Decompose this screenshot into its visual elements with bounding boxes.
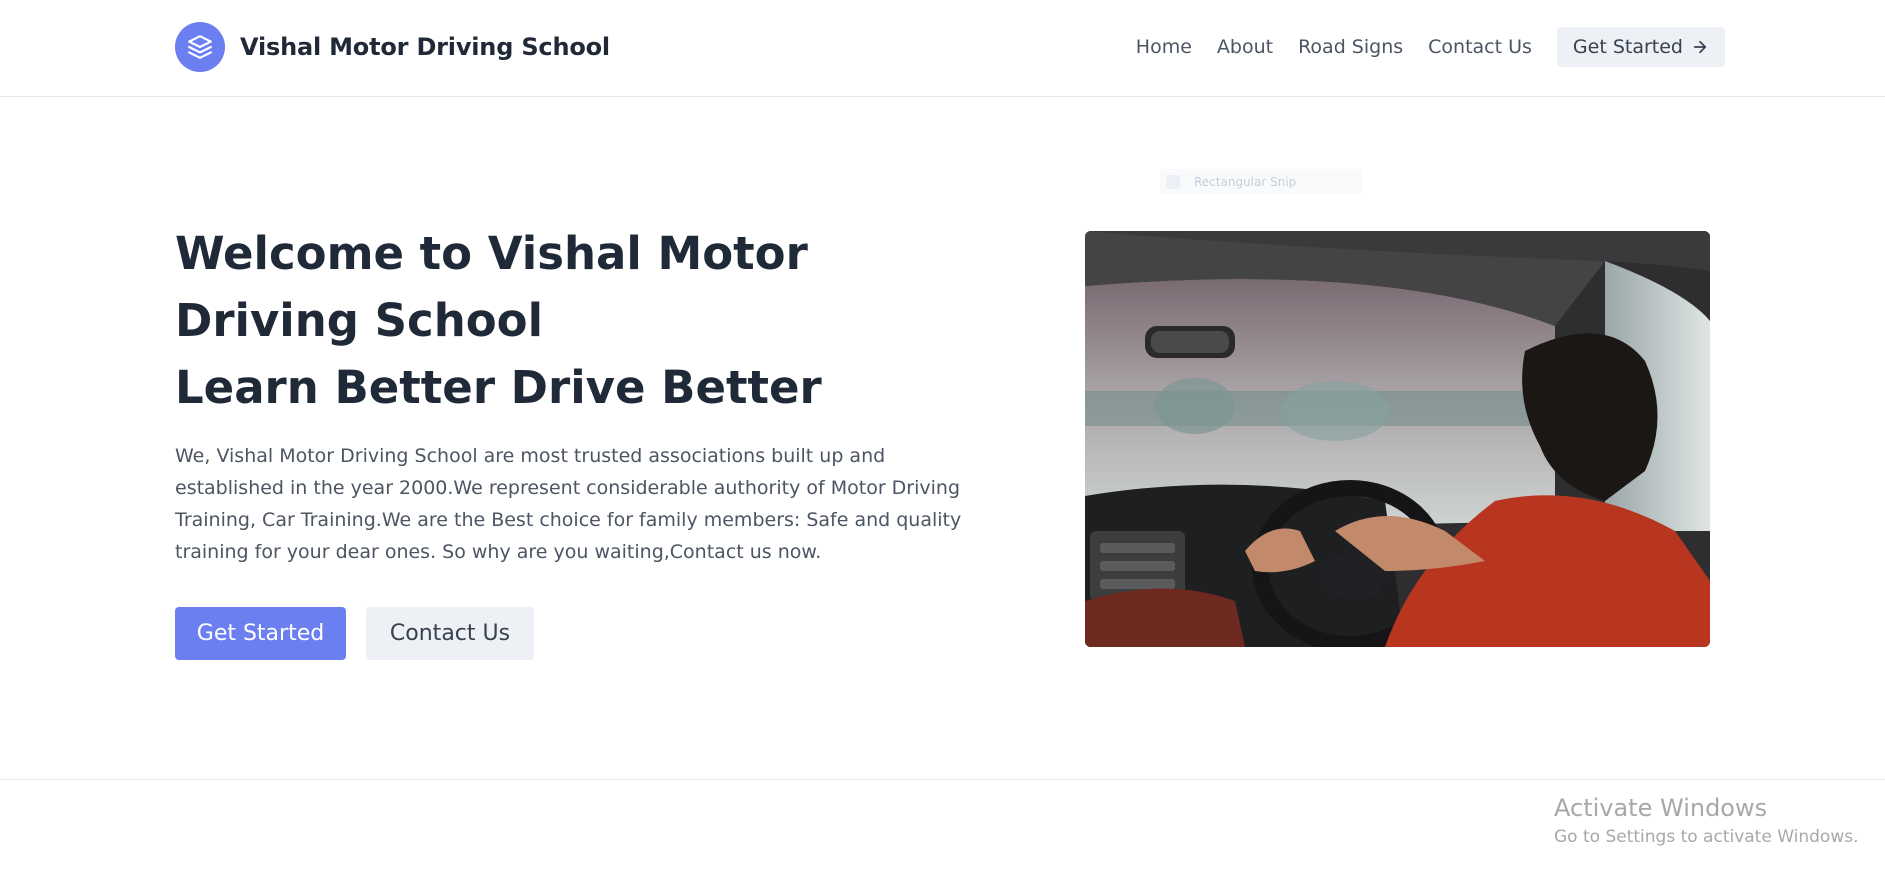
brand-name: Vishal Motor Driving School [240,33,610,61]
activate-windows-title: Activate Windows [1554,794,1768,822]
snip-tooltip: Rectangular Snip [1160,169,1363,194]
nav-link-about[interactable]: About [1217,36,1273,58]
hero-title-line2: Learn Better Drive Better [175,361,822,414]
footer-divider [0,779,1885,780]
arrow-right-icon [1693,40,1707,54]
get-started-nav-button[interactable]: Get Started [1556,27,1725,67]
hero-title: Welcome to Vishal Motor Driving School L… [175,220,915,421]
layers-icon [175,22,225,72]
brand[interactable]: Vishal Motor Driving School [175,22,610,72]
nav-link-contact-us[interactable]: Contact Us [1428,36,1532,58]
main-nav: Home About Road Signs Contact Us Get Sta… [1136,27,1725,67]
hero-title-line1: Welcome to Vishal Motor Driving School [175,227,808,347]
get-started-nav-label: Get Started [1572,36,1683,58]
contact-us-button[interactable]: Contact Us [366,607,534,660]
activate-windows-watermark: Activate Windows Go to Settings to activ… [1554,793,1859,849]
scissors-icon [1166,174,1180,189]
nav-link-home[interactable]: Home [1136,36,1192,58]
hero-image [1085,231,1710,647]
nav-link-road-signs[interactable]: Road Signs [1298,36,1403,58]
snip-tooltip-label: Rectangular Snip [1194,174,1297,189]
hero-description: We, Vishal Motor Driving School are most… [175,445,962,563]
site-header: Vishal Motor Driving School Home About R… [0,0,1885,97]
get-started-button[interactable]: Get Started [175,607,346,660]
activate-windows-subtitle: Go to Settings to activate Windows. [1554,827,1859,847]
